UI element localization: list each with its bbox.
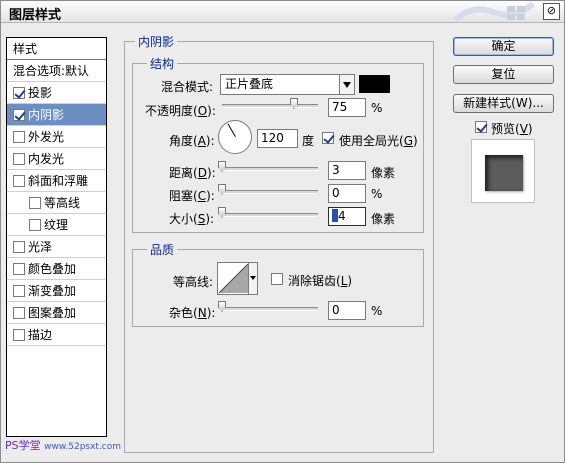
contour-preview-icon [218, 263, 249, 294]
windows-logo-icon [453, 2, 535, 22]
global-light-label: 使用全局光(G) [339, 134, 418, 148]
quality-title: 品质 [147, 241, 178, 258]
style-item-inner-shadow[interactable]: 内阴影 [7, 104, 106, 126]
style-list: 样式 混合选项:默认 投影 内阴影 外发光 内发光 斜面和浮雕 等高线 纹理 光… [6, 37, 107, 437]
size-label: 大小(S): [169, 212, 215, 226]
angle-dial-needle [227, 123, 236, 137]
size-unit: 像素 [371, 212, 396, 226]
watermark: PS学堂 www.52psxt.com [5, 439, 122, 452]
contour-checkbox[interactable] [29, 197, 41, 209]
contour-label: 等高线: [173, 275, 214, 289]
inner-glow-checkbox[interactable] [13, 153, 25, 165]
style-item-outer-glow[interactable]: 外发光 [7, 126, 106, 148]
noise-input[interactable]: 0 [328, 301, 366, 320]
choke-label: 阻塞(C): [169, 189, 215, 203]
noise-unit: % [371, 304, 383, 318]
choke-slider[interactable] [222, 190, 318, 194]
style-item-satin[interactable]: 光泽 [7, 236, 106, 258]
gradient-overlay-checkbox[interactable] [13, 285, 25, 297]
chevron-down-icon [248, 263, 257, 294]
distance-label: 距离(D): [169, 166, 216, 180]
texture-checkbox[interactable] [29, 219, 41, 231]
layer-style-dialog: 图层样式 ⊘ 样式 混合选项:默认 投影 内阴影 外发光 内发光 斜面和浮雕 等… [0, 0, 565, 463]
dialog-title: 图层样式 [9, 8, 62, 23]
distance-input[interactable]: 3 [328, 161, 366, 180]
size-input[interactable]: 4 [328, 207, 366, 226]
structure-title: 结构 [147, 55, 178, 72]
style-item-gradient-overlay[interactable]: 渐变叠加 [7, 280, 106, 302]
style-item-contour[interactable]: 等高线 [7, 192, 106, 214]
preview-label: 预览(V) [491, 122, 533, 136]
blend-mode-select[interactable]: 正片叠底 [220, 74, 355, 95]
angle-input[interactable]: 120 [257, 129, 298, 148]
color-overlay-checkbox[interactable] [13, 263, 25, 275]
style-list-header[interactable]: 样式 [7, 38, 106, 60]
close-icon: ⊘ [546, 4, 557, 17]
drop-shadow-checkbox[interactable] [13, 87, 25, 99]
blending-options-item[interactable]: 混合选项:默认 [7, 60, 106, 82]
noise-label: 杂色(N): [169, 306, 216, 320]
choke-input[interactable]: 0 [328, 184, 366, 203]
inner-shadow-checkbox[interactable] [13, 109, 25, 121]
preview-thumbnail [471, 139, 535, 203]
global-light-checkbox[interactable] [322, 132, 334, 144]
anti-alias-label: 消除锯齿(L) [288, 274, 353, 288]
style-item-drop-shadow[interactable]: 投影 [7, 82, 106, 104]
chevron-down-icon [339, 75, 354, 94]
angle-unit: 度 [302, 134, 315, 148]
pattern-overlay-checkbox[interactable] [13, 307, 25, 319]
style-item-bevel-emboss[interactable]: 斜面和浮雕 [7, 170, 106, 192]
angle-dial[interactable] [218, 120, 252, 154]
inner-shadow-title: 内阴影 [135, 33, 178, 50]
preview-square [485, 155, 523, 191]
ok-button[interactable]: 确定 [453, 37, 554, 56]
style-item-stroke[interactable]: 描边 [7, 324, 106, 346]
style-item-color-overlay[interactable]: 颜色叠加 [7, 258, 106, 280]
satin-checkbox[interactable] [13, 241, 25, 253]
bevel-emboss-checkbox[interactable] [13, 175, 25, 187]
opacity-unit: % [371, 101, 383, 115]
close-button[interactable]: ⊘ [543, 3, 560, 20]
title-bar[interactable]: 图层样式 ⊘ [1, 1, 564, 23]
new-style-button[interactable]: 新建样式(W)... [453, 94, 554, 113]
opacity-label: 不透明度(O): [145, 104, 216, 118]
size-slider[interactable] [222, 213, 318, 217]
preview-checkbox[interactable] [475, 121, 487, 133]
style-item-pattern-overlay[interactable]: 图案叠加 [7, 302, 106, 324]
contour-picker[interactable] [217, 262, 258, 295]
angle-label: 角度(A): [169, 134, 215, 148]
style-item-texture[interactable]: 纹理 [7, 214, 106, 236]
outer-glow-checkbox[interactable] [13, 131, 25, 143]
blend-mode-label: 混合模式: [161, 80, 214, 94]
stroke-checkbox[interactable] [13, 329, 25, 341]
opacity-input[interactable]: 75 [328, 98, 366, 117]
reset-button[interactable]: 复位 [453, 65, 554, 84]
noise-slider[interactable] [222, 307, 318, 311]
choke-unit: % [371, 187, 383, 201]
opacity-slider[interactable] [222, 104, 318, 108]
anti-alias-checkbox[interactable] [271, 273, 283, 285]
style-item-inner-glow[interactable]: 内发光 [7, 148, 106, 170]
distance-unit: 像素 [371, 166, 396, 180]
shadow-color-swatch[interactable] [359, 75, 390, 93]
distance-slider[interactable] [222, 167, 318, 171]
